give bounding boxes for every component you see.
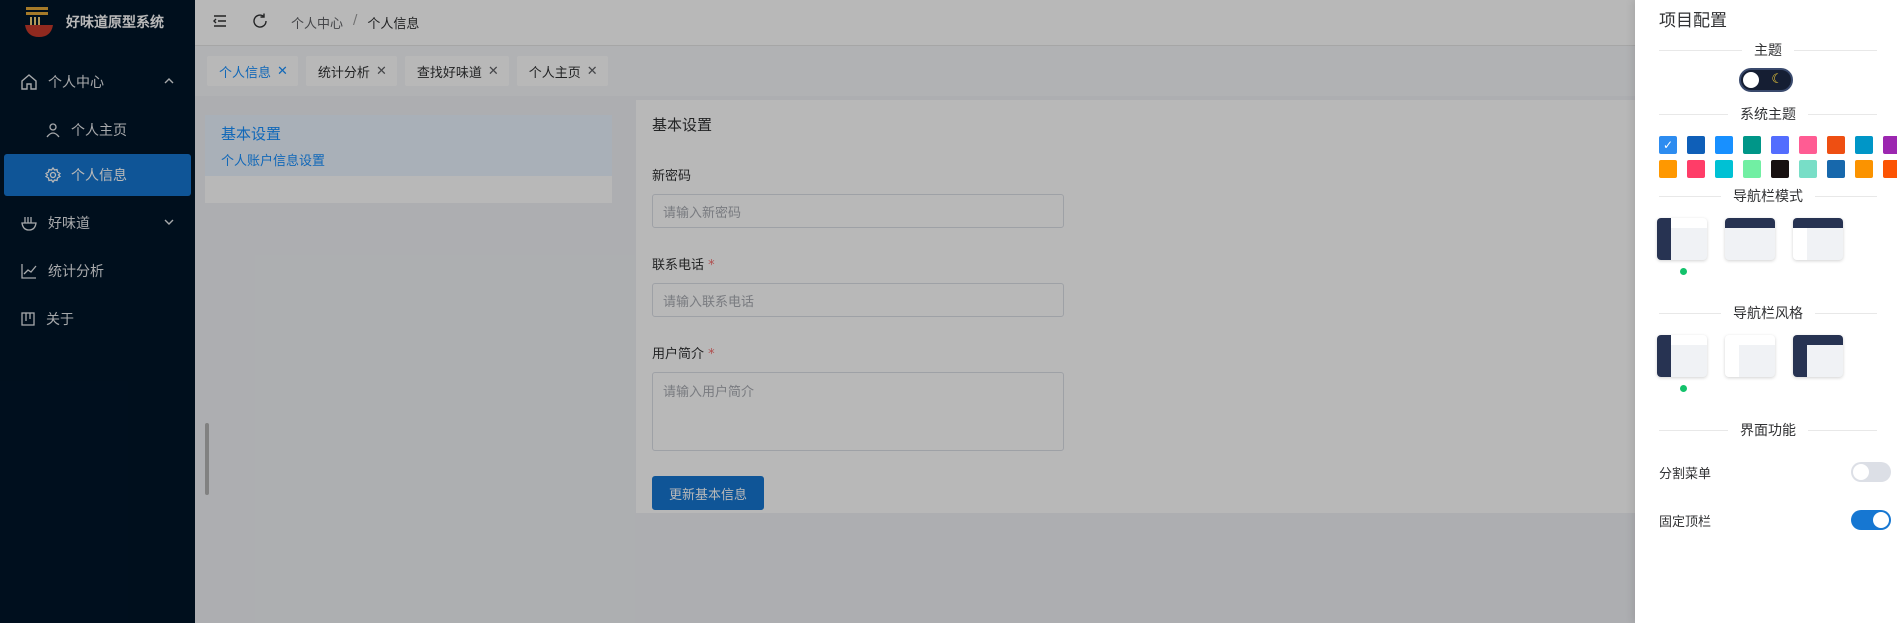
- selected-indicator: [1680, 268, 1687, 275]
- theme-color-swatch[interactable]: [1883, 136, 1897, 154]
- drawer-title: 项目配置: [1659, 11, 1727, 31]
- toggle-knob: [1743, 72, 1759, 88]
- theme-color-swatch[interactable]: [1827, 136, 1845, 154]
- theme-color-swatch[interactable]: [1855, 160, 1873, 178]
- project-config-drawer: 项目配置 主题 ☾ 系统主题 ✓ 导航栏模式 导航栏风格 界面功能 分割菜单 固…: [1635, 0, 1897, 623]
- dark-mode-toggle[interactable]: ☾: [1739, 68, 1793, 92]
- moon-icon: ☾: [1771, 72, 1783, 87]
- nav-mode-sidebar[interactable]: [1657, 218, 1707, 260]
- nav-style-light[interactable]: [1725, 335, 1775, 377]
- fixed-header-row: 固定顶栏: [1635, 496, 1897, 544]
- nav-style-dark[interactable]: [1657, 335, 1707, 377]
- split-menu-row: 分割菜单: [1635, 448, 1897, 496]
- theme-color-swatch[interactable]: [1687, 160, 1705, 178]
- check-icon: ✓: [1662, 138, 1674, 152]
- nav-mode-top[interactable]: [1725, 218, 1775, 260]
- split-menu-label: 分割菜单: [1659, 466, 1712, 482]
- section-system-theme: 系统主题: [1635, 104, 1897, 124]
- nav-mode-mixed[interactable]: [1793, 218, 1843, 260]
- section-ui-features: 界面功能: [1635, 420, 1897, 440]
- theme-color-swatch[interactable]: [1771, 160, 1789, 178]
- section-theme: 主题: [1635, 40, 1897, 60]
- selected-indicator: [1680, 385, 1687, 392]
- theme-color-swatches: ✓: [1635, 136, 1897, 178]
- theme-color-swatch[interactable]: [1827, 160, 1845, 178]
- theme-color-swatch[interactable]: [1715, 136, 1733, 154]
- fixed-header-label: 固定顶栏: [1659, 514, 1712, 530]
- theme-color-swatch[interactable]: [1743, 136, 1761, 154]
- split-menu-switch[interactable]: [1851, 462, 1891, 482]
- theme-color-swatch[interactable]: [1743, 160, 1761, 178]
- theme-color-swatch[interactable]: [1771, 136, 1789, 154]
- theme-color-swatch[interactable]: [1687, 136, 1705, 154]
- nav-style-header-dark[interactable]: [1793, 335, 1843, 377]
- drawer-mask[interactable]: [0, 0, 1635, 623]
- theme-color-swatch[interactable]: [1659, 160, 1677, 178]
- theme-color-swatch[interactable]: [1799, 160, 1817, 178]
- theme-color-swatch[interactable]: [1715, 160, 1733, 178]
- fixed-header-switch[interactable]: [1851, 510, 1891, 530]
- theme-color-swatch[interactable]: [1799, 136, 1817, 154]
- section-nav-style: 导航栏风格: [1635, 303, 1897, 323]
- theme-color-swatch[interactable]: [1883, 160, 1897, 178]
- section-nav-mode: 导航栏模式: [1635, 186, 1897, 206]
- nav-mode-options: [1635, 218, 1897, 260]
- theme-color-swatch[interactable]: ✓: [1659, 136, 1677, 154]
- nav-style-options: [1635, 335, 1897, 377]
- theme-color-swatch[interactable]: [1855, 136, 1873, 154]
